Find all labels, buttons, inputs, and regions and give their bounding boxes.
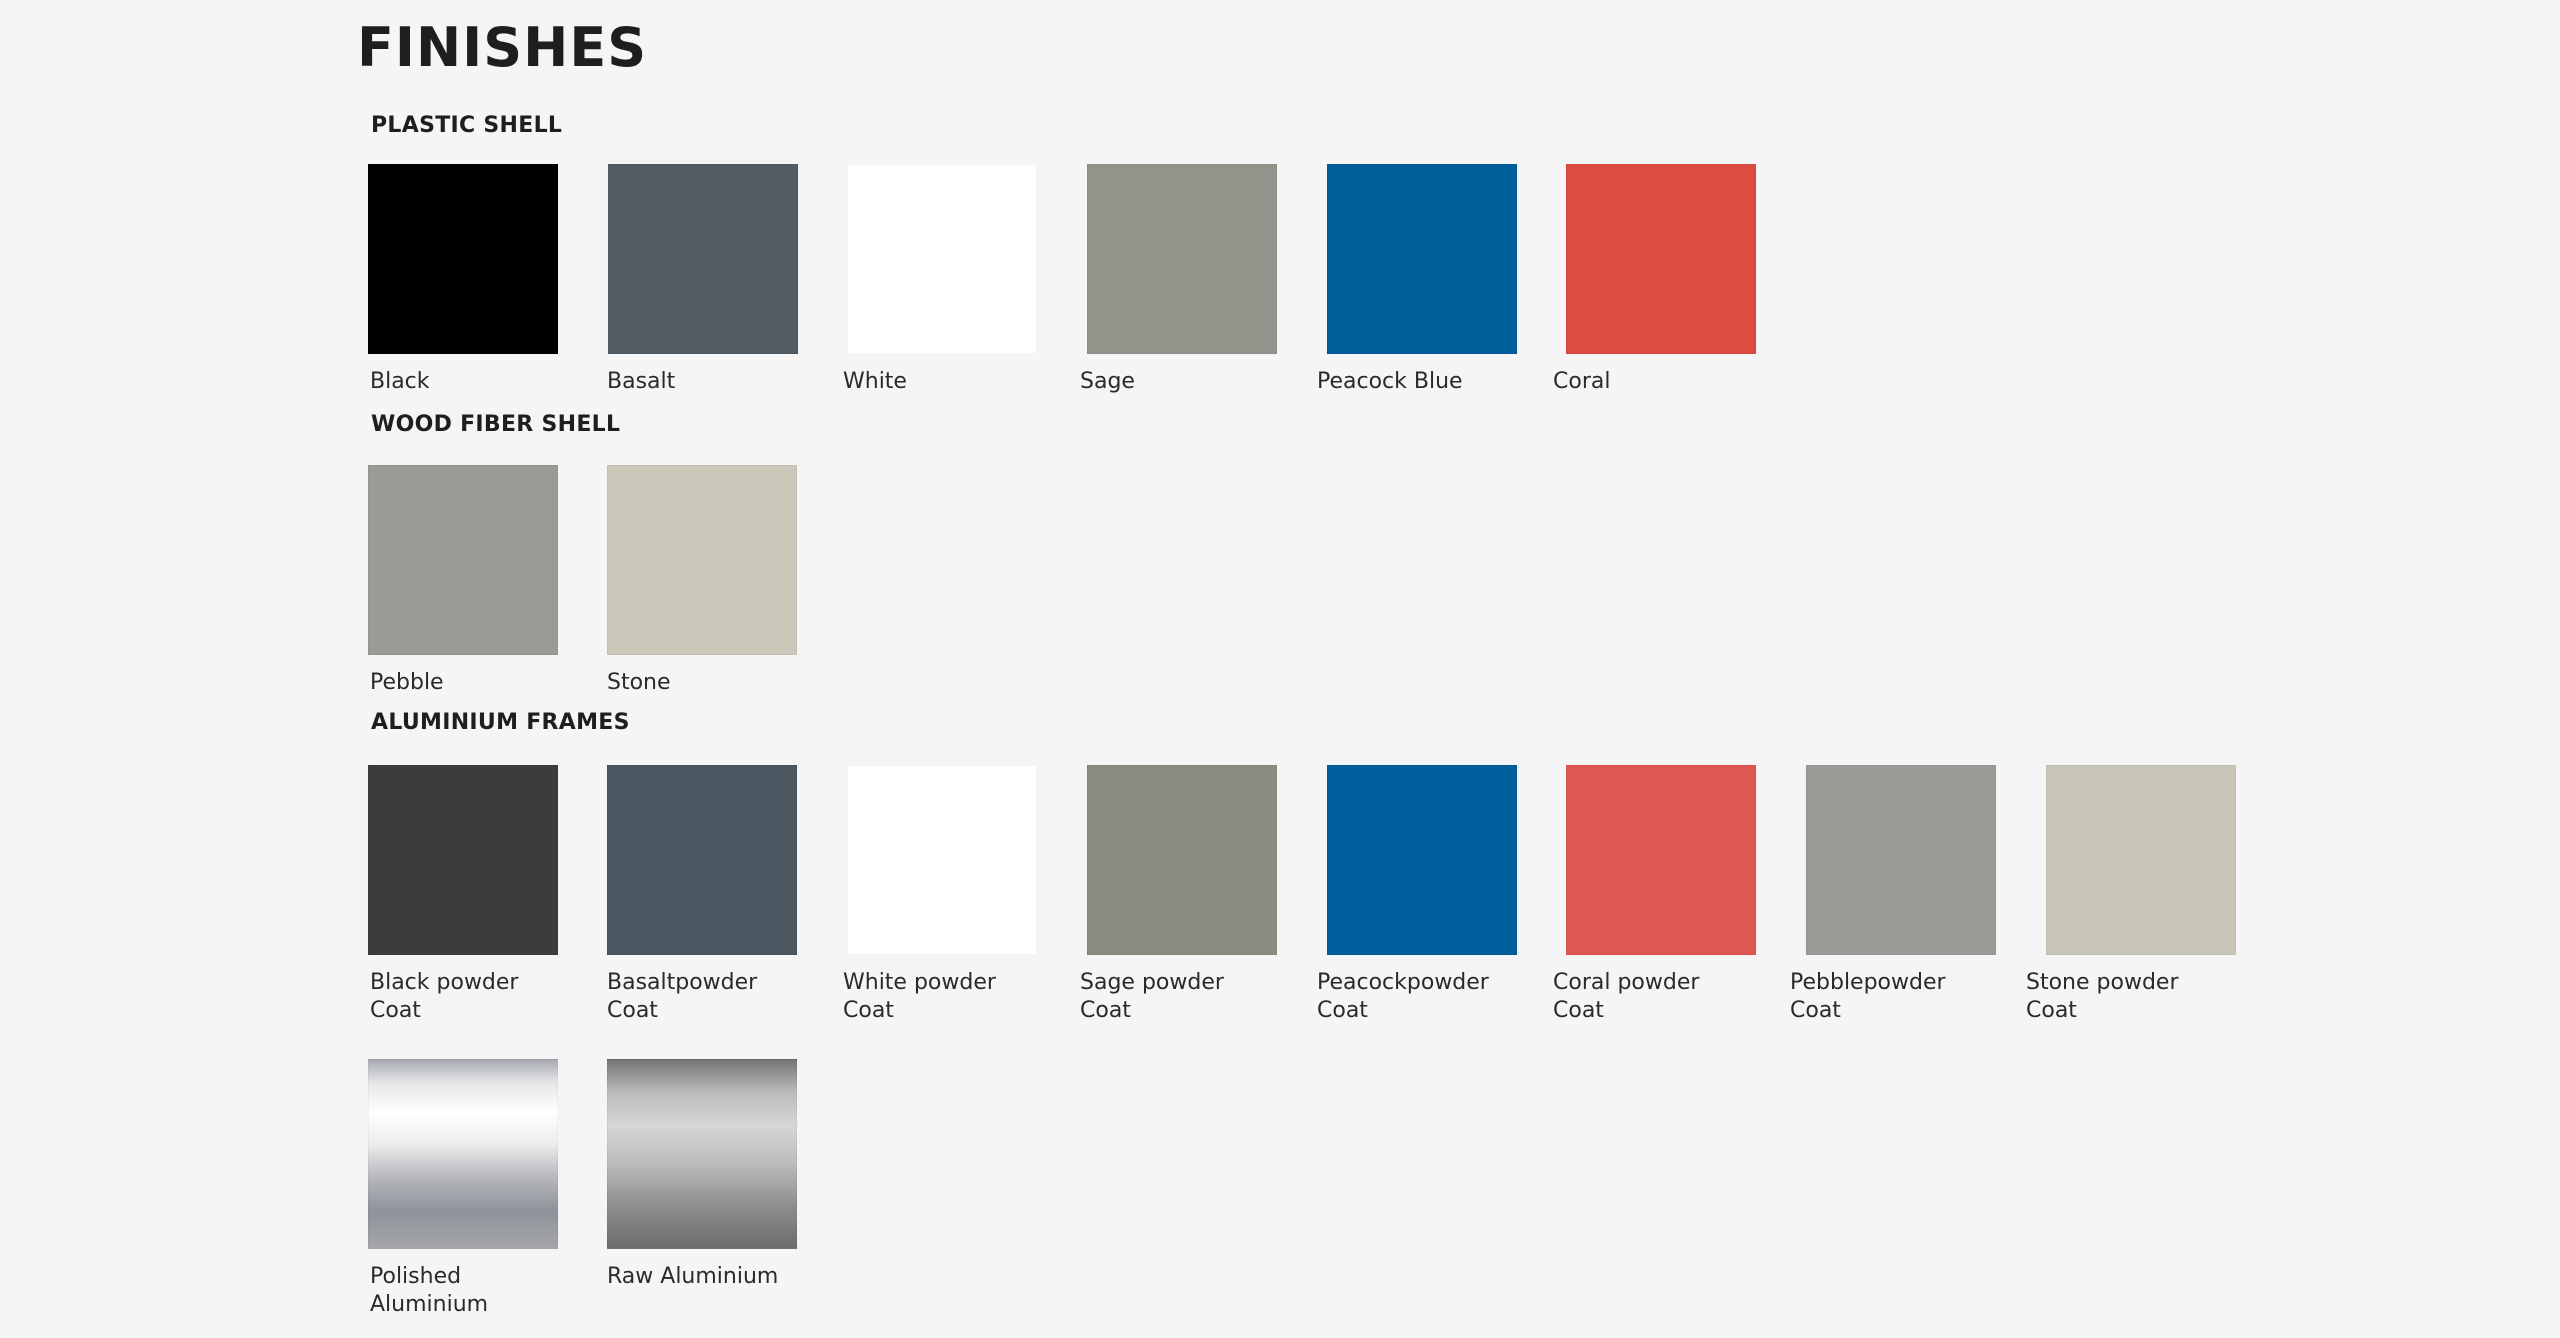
swatch-label: Stone <box>607 670 671 695</box>
page-title: FINISHES <box>357 16 648 79</box>
swatch-label: Black powder Coat <box>370 970 519 1023</box>
swatch-label: Peacockpowder Coat <box>1317 970 1489 1023</box>
swatch-color <box>847 164 1037 354</box>
swatch-label: Pebblepowder Coat <box>1790 970 1946 1023</box>
swatch-black[interactable]: Black <box>368 164 578 396</box>
swatch-label: Sage powder Coat <box>1080 970 1224 1023</box>
swatch-label: Raw Aluminium <box>607 1264 779 1289</box>
section-title: ALUMINIUM FRAMES <box>371 710 630 735</box>
swatch-peacock-blue[interactable]: Peacock Blue <box>1317 164 1537 396</box>
swatch-pebble[interactable]: Pebble <box>368 465 578 697</box>
swatch-label: Sage <box>1080 369 1135 394</box>
swatch-white[interactable]: White <box>843 164 1057 396</box>
swatch-color <box>1566 765 1756 955</box>
swatch-basalt-powder-coat[interactable]: Basaltpowder Coat <box>607 765 817 1025</box>
swatch-color <box>368 465 558 655</box>
swatch-color <box>368 765 558 955</box>
swatch-color <box>2046 765 2236 955</box>
swatch-polished-aluminium[interactable]: Polished Aluminium <box>368 1059 578 1319</box>
swatch-color <box>607 765 797 955</box>
swatch-coral-powder-coat[interactable]: Coral powder Coat <box>1553 765 1776 1025</box>
swatch-label: Peacock Blue <box>1317 369 1463 394</box>
swatch-black-powder-coat[interactable]: Black powder Coat <box>368 765 578 1025</box>
swatch-label: Stone powder Coat <box>2026 970 2179 1023</box>
section-title: WOOD FIBER SHELL <box>371 412 621 437</box>
swatch-label: Black <box>370 369 430 394</box>
swatch-color <box>1087 765 1277 955</box>
swatch-color <box>368 164 558 354</box>
swatch-color <box>1566 164 1756 354</box>
swatch-basalt[interactable]: Basalt <box>607 164 818 396</box>
swatch-label: Basalt <box>607 369 676 394</box>
swatch-raw-aluminium[interactable]: Raw Aluminium <box>607 1059 817 1291</box>
swatch-color <box>1806 765 1996 955</box>
swatch-color <box>1327 765 1517 955</box>
swatch-label: Basaltpowder Coat <box>607 970 758 1023</box>
swatch-color <box>847 765 1037 955</box>
swatch-label: Coral <box>1553 369 1611 394</box>
swatch-metallic-raw <box>607 1059 797 1249</box>
swatch-label: White <box>843 369 907 394</box>
swatch-label: White powder Coat <box>843 970 996 1023</box>
swatch-color <box>1327 164 1517 354</box>
swatch-pebble-powder-coat[interactable]: Pebblepowder Coat <box>1790 765 2016 1025</box>
swatch-sage-powder-coat[interactable]: Sage powder Coat <box>1080 765 1297 1025</box>
swatch-coral[interactable]: Coral <box>1553 164 1776 396</box>
swatch-metallic-polished <box>368 1059 558 1249</box>
swatch-stone-powder-coat[interactable]: Stone powder Coat <box>2026 765 2256 1025</box>
swatch-color <box>1087 164 1277 354</box>
swatch-color <box>607 465 797 655</box>
swatch-label: Polished Aluminium <box>370 1264 489 1317</box>
swatch-white-powder-coat[interactable]: White powder Coat <box>843 765 1057 1025</box>
swatch-sage[interactable]: Sage <box>1080 164 1297 396</box>
swatch-peacock-powder-coat[interactable]: Peacockpowder Coat <box>1317 765 1537 1025</box>
swatch-label: Pebble <box>370 670 444 695</box>
swatch-label: Coral powder Coat <box>1553 970 1700 1023</box>
swatch-color <box>608 164 798 354</box>
section-title: PLASTIC SHELL <box>371 113 563 138</box>
swatch-stone[interactable]: Stone <box>607 465 817 697</box>
